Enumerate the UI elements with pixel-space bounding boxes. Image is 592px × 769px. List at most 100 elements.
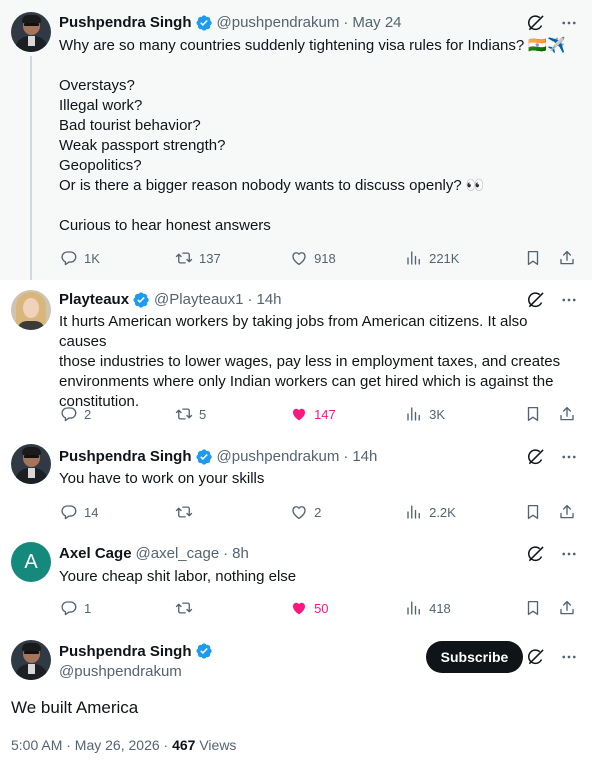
tweet-text: Why are so many countries suddenly tight…	[59, 36, 578, 236]
thread-tweet-3[interactable]: Pushpendra Singh @pushpendrakum · 14h Yo…	[0, 433, 592, 531]
bookmark-icon[interactable]	[524, 405, 542, 423]
author-handle[interactable]: @pushpendrakum	[217, 13, 340, 33]
like-icon	[290, 249, 308, 267]
like-count: 2	[314, 504, 322, 520]
more-options-icon[interactable]	[560, 545, 578, 563]
like-count: 918	[314, 250, 336, 266]
repost-button[interactable]	[175, 503, 290, 521]
author-handle[interactable]: @axel_cage	[136, 544, 220, 564]
text-line: Overstays?	[59, 77, 135, 94]
views-button[interactable]: 418	[405, 599, 524, 617]
separator: ·	[343, 14, 349, 31]
views-icon	[405, 503, 423, 521]
timestamp[interactable]: 5:00 AM · May 26, 2026 ·	[11, 737, 172, 753]
timestamp[interactable]: 14h	[257, 290, 282, 310]
text-line	[59, 196, 578, 216]
repost-button[interactable]	[175, 599, 290, 617]
tweet-header-actions	[526, 13, 578, 33]
avatar[interactable]	[11, 640, 51, 680]
verified-badge-icon	[195, 642, 213, 660]
share-icon[interactable]	[558, 503, 576, 521]
like-button[interactable]: 2	[290, 503, 405, 521]
author-name[interactable]: Pushpendra Singh	[59, 13, 192, 33]
repost-count: 137	[199, 250, 221, 266]
avatar[interactable]	[11, 12, 51, 52]
author-handle[interactable]: @Playteaux1	[154, 290, 243, 310]
views-label: Views	[195, 737, 237, 753]
grok-icon[interactable]	[526, 447, 546, 467]
repost-icon	[175, 599, 193, 617]
like-button[interactable]: 147	[290, 405, 405, 423]
reply-button[interactable]: 1	[60, 599, 175, 617]
tweet-header: Pushpendra Singh @pushpendrakum · 14h	[59, 447, 377, 467]
author-name[interactable]: Pushpendra Singh	[59, 447, 192, 467]
views-button[interactable]: 3K	[405, 405, 524, 423]
tweet-header: Playteaux @Playteaux1 · 14h	[59, 290, 282, 310]
avatar[interactable]	[11, 290, 51, 330]
verified-badge-icon	[132, 291, 150, 309]
reply-button[interactable]: 2	[60, 405, 175, 423]
more-options-icon[interactable]	[560, 448, 578, 466]
views-icon	[405, 249, 423, 267]
tweet-text: Youre cheap shit labor, nothing else	[59, 567, 578, 587]
grok-icon[interactable]	[526, 647, 546, 667]
grok-icon[interactable]	[526, 290, 546, 310]
reply-button[interactable]: 14	[60, 503, 175, 521]
view-count: 221K	[429, 250, 460, 266]
share-icon[interactable]	[558, 405, 576, 423]
author-handle[interactable]: @pushpendrakum	[59, 663, 182, 680]
views-icon	[405, 405, 423, 423]
text-line: Bad tourist behavior?	[59, 117, 201, 134]
tweet-meta: 5:00 AM · May 26, 2026 · 467 Views	[11, 737, 236, 753]
timestamp[interactable]: 14h	[352, 447, 377, 467]
repost-button[interactable]: 137	[175, 249, 290, 267]
author-name-row: Pushpendra Singh	[59, 642, 213, 660]
author-name[interactable]: Playteaux	[59, 290, 129, 310]
views-button[interactable]: 2.2K	[405, 503, 524, 521]
thread-tweet-2[interactable]: Playteaux @Playteaux1 · 14h It hurts Ame…	[0, 280, 592, 433]
reply-count: 1	[84, 600, 92, 616]
timestamp[interactable]: 8h	[232, 544, 249, 564]
text-line: Illegal work?	[59, 97, 143, 114]
share-icon[interactable]	[558, 599, 576, 617]
more-options-icon[interactable]	[560, 648, 578, 666]
action-bar: 14 2 2.2K	[60, 502, 576, 522]
reply-icon	[60, 503, 78, 521]
reply-button[interactable]: 1K	[60, 249, 175, 267]
share-icon[interactable]	[558, 249, 576, 267]
repost-button[interactable]: 5	[175, 405, 290, 423]
avatar[interactable]: A	[11, 542, 51, 582]
action-bar: 1K 137 918 221K	[60, 248, 576, 268]
tweet-text: You have to work on your skills	[59, 469, 578, 489]
tweet-header-actions	[526, 447, 578, 467]
grok-icon[interactable]	[526, 544, 546, 564]
bookmark-icon[interactable]	[524, 599, 542, 617]
tweet-header-actions	[526, 544, 578, 564]
views-icon	[405, 599, 423, 617]
subscribe-button[interactable]: Subscribe	[426, 641, 523, 673]
thread-tweet-4[interactable]: A Axel Cage @axel_cage · 8h Youre cheap …	[0, 531, 592, 628]
bookmark-icon[interactable]	[524, 503, 542, 521]
verified-badge-icon	[195, 14, 213, 32]
text-line: It hurts American workers by taking jobs…	[59, 313, 528, 350]
separator: ·	[343, 448, 349, 465]
timestamp[interactable]: May 24	[352, 13, 401, 33]
text-line: Why are so many countries suddenly tight…	[59, 37, 566, 54]
tweet-header-actions	[526, 290, 578, 310]
more-options-icon[interactable]	[560, 291, 578, 309]
grok-icon[interactable]	[526, 13, 546, 33]
text-line: Geopolitics?	[59, 157, 142, 174]
view-count: 3K	[429, 406, 445, 422]
bookmark-icon[interactable]	[524, 249, 542, 267]
text-line: environments where only Indian workers c…	[59, 373, 554, 390]
author-name[interactable]: Axel Cage	[59, 544, 132, 564]
like-button[interactable]: 50	[290, 599, 405, 617]
author-name[interactable]: Pushpendra Singh	[59, 643, 192, 660]
thread-tweet-1[interactable]: Pushpendra Singh @pushpendrakum · May 24…	[0, 0, 592, 280]
author-handle[interactable]: @pushpendrakum	[217, 447, 340, 467]
view-count: 2.2K	[429, 504, 456, 520]
like-button[interactable]: 918	[290, 249, 405, 267]
avatar[interactable]	[11, 444, 51, 484]
views-button[interactable]: 221K	[405, 249, 524, 267]
more-options-icon[interactable]	[560, 14, 578, 32]
